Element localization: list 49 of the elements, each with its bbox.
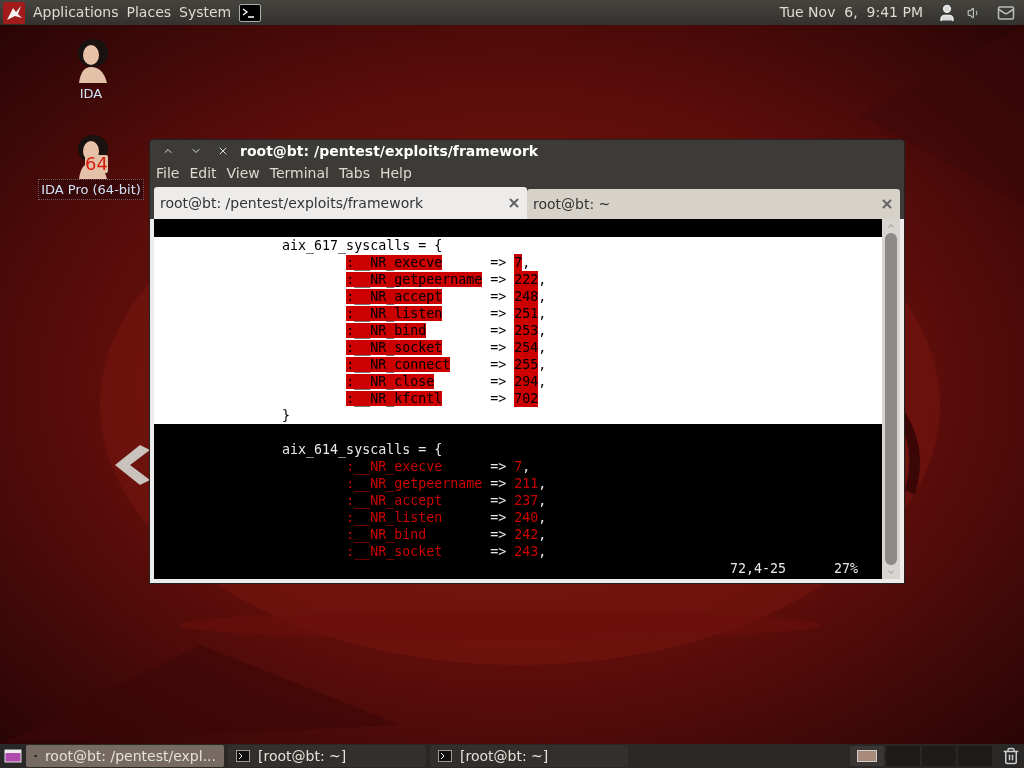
clock[interactable]: Tue Nov 6, 9:41 PM (779, 2, 923, 23)
code-line: :__NR_execve => 7, (345, 458, 531, 475)
terminal-launcher-icon[interactable] (239, 3, 262, 22)
code-line: :__NR_bind => 242, (345, 526, 547, 543)
tab-close-icon[interactable] (880, 197, 894, 211)
code-line: :__NR_listen => 251, (345, 305, 547, 322)
code-line: :__NR_accept => 237, (345, 492, 547, 509)
menu-item[interactable]: Terminal (269, 163, 329, 184)
taskbar-button[interactable]: root@bt: /pentest/expl... (26, 745, 224, 767)
taskbar-button[interactable]: [root@bt: ~] (430, 745, 628, 767)
mail-icon[interactable] (997, 3, 1015, 22)
scroll-percent: 27% (834, 560, 859, 577)
trash-icon[interactable] (1002, 747, 1020, 765)
window-title: root@bt: /pentest/exploits/framework (240, 141, 539, 161)
terminal-tab[interactable]: root@bt: /pentest/exploits/framework (154, 187, 527, 219)
code-line: :__NR_bind => 253, (345, 322, 547, 339)
code-line: :__NR_getpeername => 211, (345, 475, 547, 492)
tab-close-icon[interactable] (507, 196, 521, 210)
close-icon (217, 145, 229, 157)
code-line: aix_617_syscalls = { (281, 238, 443, 253)
menu-item[interactable]: File (156, 163, 180, 184)
taskbar-button[interactable]: [root@bt: ~] (228, 745, 426, 767)
terminal-icon (438, 750, 452, 762)
workspace[interactable] (850, 746, 884, 766)
code-line: :__NR_kfcntl => 702 (345, 390, 539, 407)
menu-item[interactable]: Tabs (338, 163, 370, 184)
terminal-icon (236, 750, 250, 762)
menu-item[interactable]: Edit (189, 163, 217, 184)
desktop-icon-label[interactable]: IDA Pro (64-bit) (38, 178, 144, 200)
panel-menu[interactable]: Places (126, 2, 172, 23)
menu-item[interactable]: View (226, 163, 260, 184)
show-desktop-icon[interactable] (4, 748, 22, 764)
user-icon[interactable] (937, 2, 957, 23)
code-line: } (281, 408, 291, 423)
terminal-tab[interactable]: root@bt: ~ (527, 189, 900, 219)
cursor-position: 72,4-25 (730, 560, 787, 577)
panel-menu[interactable]: Applications (33, 2, 119, 23)
code-line: aix_614_syscalls = { (281, 442, 443, 457)
code-line: :__NR_connect => 255, (345, 356, 547, 373)
code-line: :__NR_socket => 243, (345, 543, 547, 560)
desktop-icon-label[interactable]: IDA (76, 83, 106, 105)
code-line: :__NR_listen => 240, (345, 509, 547, 526)
panel-menu[interactable]: System (179, 2, 232, 23)
dragon-logo-icon[interactable] (3, 1, 25, 24)
code-line: :__NR_accept => 248, (345, 288, 547, 305)
menu-item[interactable]: Help (379, 163, 412, 184)
code-line: :__NR_execve => 7, (345, 254, 531, 271)
code-line: :__NR_close => 294, (345, 373, 547, 390)
code-line: :__NR_socket => 254, (345, 339, 547, 356)
